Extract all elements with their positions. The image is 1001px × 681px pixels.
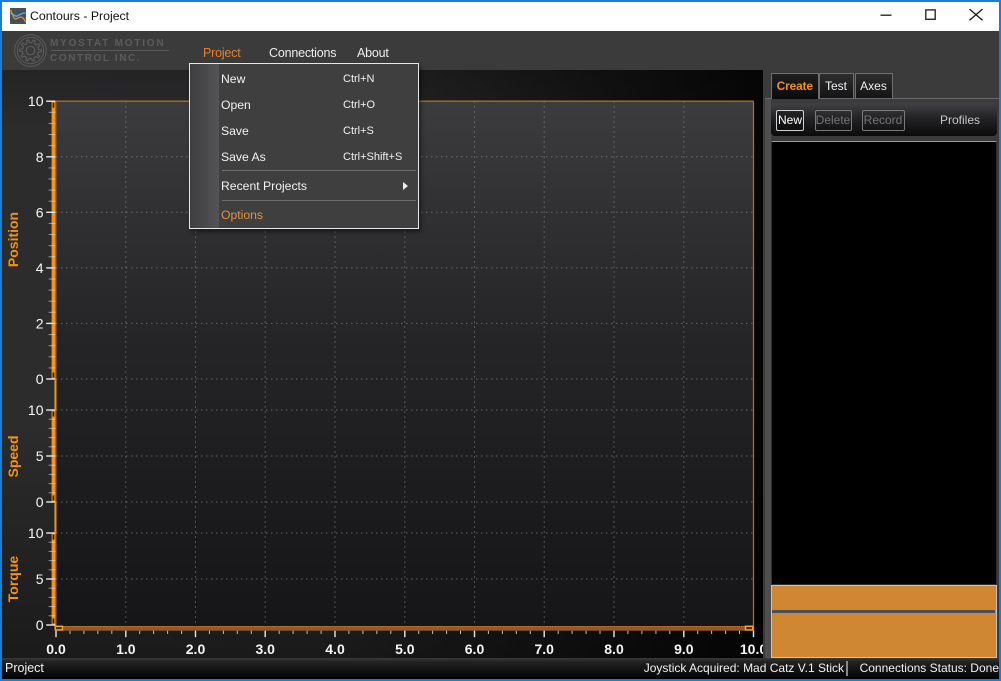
svg-text:4.0: 4.0 — [325, 641, 345, 657]
svg-text:Speed: Speed — [5, 435, 21, 477]
svg-text:10.0: 10.0 — [740, 641, 763, 657]
svg-text:10: 10 — [28, 402, 44, 418]
svg-text:2: 2 — [36, 315, 44, 331]
svg-text:4: 4 — [36, 260, 44, 276]
svg-text:6: 6 — [36, 204, 44, 220]
svg-text:7.0: 7.0 — [534, 641, 554, 657]
svg-text:8.0: 8.0 — [604, 641, 624, 657]
svg-text:10: 10 — [28, 93, 44, 109]
svg-text:5: 5 — [36, 571, 44, 587]
svg-text:0.0: 0.0 — [46, 641, 66, 657]
svg-text:Position: Position — [5, 212, 21, 267]
svg-text:3.0: 3.0 — [255, 641, 275, 657]
svg-text:0: 0 — [36, 371, 44, 387]
svg-text:0: 0 — [36, 494, 44, 510]
svg-text:5: 5 — [36, 448, 44, 464]
svg-text:0: 0 — [36, 617, 44, 633]
svg-text:9.0: 9.0 — [674, 641, 694, 657]
svg-text:8: 8 — [36, 149, 44, 165]
svg-text:1.0: 1.0 — [116, 641, 136, 657]
svg-text:6.0: 6.0 — [465, 641, 485, 657]
svg-text:Torque: Torque — [5, 556, 21, 603]
svg-text:10: 10 — [28, 525, 44, 541]
svg-text:5.0: 5.0 — [395, 641, 415, 657]
svg-text:2.0: 2.0 — [186, 641, 206, 657]
